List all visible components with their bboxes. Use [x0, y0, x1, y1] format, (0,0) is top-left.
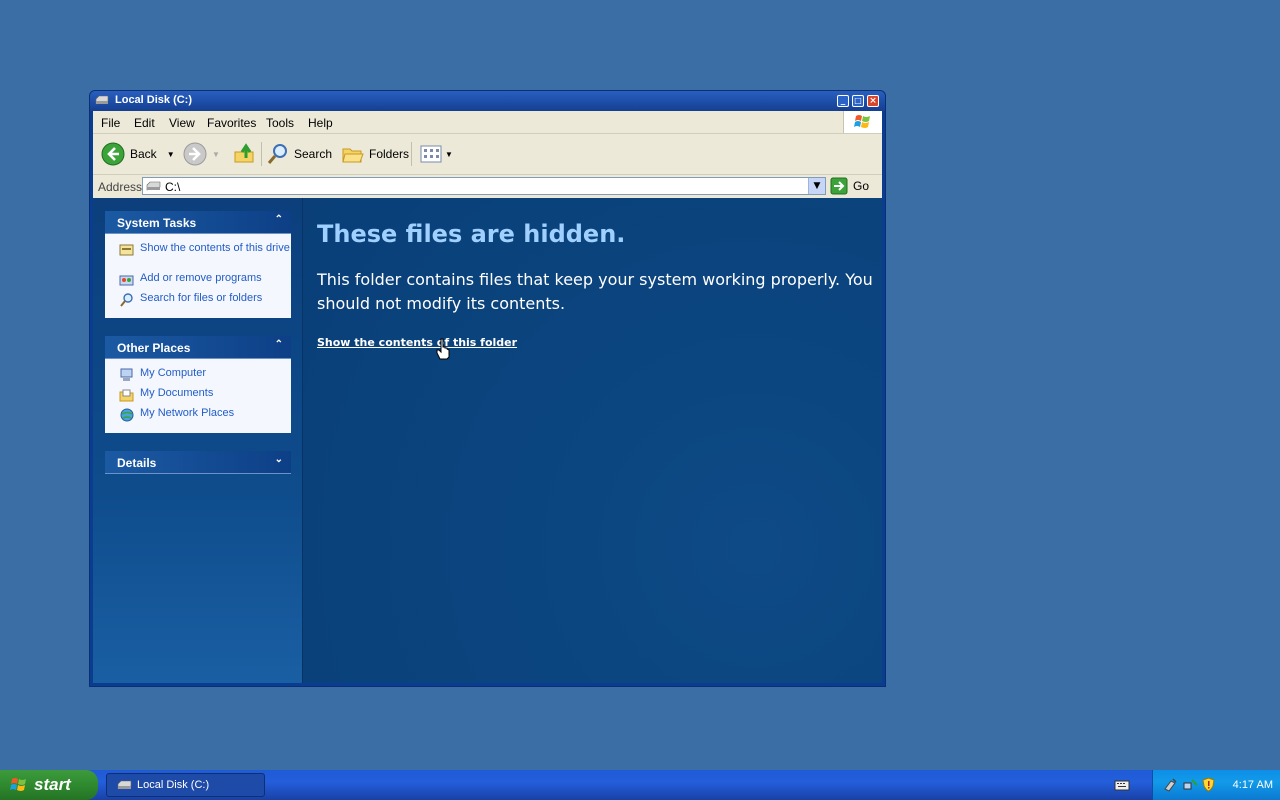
system-tasks-body: Show the contents of this drive Add or r… — [105, 234, 291, 318]
my-computer-icon — [120, 368, 133, 381]
add-remove-programs-icon — [119, 275, 134, 286]
place-my-computer[interactable]: My Computer — [105, 367, 291, 387]
drive-icon — [117, 780, 132, 790]
network-places-icon — [120, 408, 134, 422]
go-button[interactable]: Go — [830, 177, 869, 195]
back-label: Back — [130, 147, 157, 161]
go-label: Go — [853, 179, 870, 193]
forward-button[interactable]: ▼ — [183, 142, 220, 166]
task-add-remove-programs[interactable]: Add or remove programs — [105, 272, 291, 292]
place-my-documents[interactable]: My Documents — [105, 387, 291, 407]
search-icon — [267, 144, 287, 164]
toolbar-separator — [261, 142, 262, 166]
drive-icon — [95, 95, 109, 105]
place-label: My Network Places — [140, 407, 235, 419]
folders-icon — [342, 148, 364, 163]
back-button[interactable]: Back ▼ — [101, 142, 175, 166]
network-connection-icon[interactable] — [1183, 777, 1198, 792]
taskbar: start Local Disk (C:) 4:17 AM — [0, 770, 1280, 800]
my-documents-icon — [119, 389, 134, 402]
views-icon — [420, 145, 442, 163]
views-button[interactable]: ▼ — [419, 142, 453, 166]
minimize-button[interactable]: _ — [837, 95, 849, 107]
hidden-files-heading: These files are hidden. — [317, 220, 626, 248]
forward-arrow-icon — [183, 142, 207, 166]
windows-logo-icon — [10, 778, 26, 791]
system-tasks-panel: System Tasks ⌃ Show the contents of this… — [105, 211, 291, 318]
search-button[interactable]: Search — [266, 142, 332, 166]
title-bar[interactable]: Local Disk (C:) _ □ × — [90, 91, 885, 111]
details-header[interactable]: Details ⌄ — [105, 451, 291, 474]
search-label: Search — [294, 147, 333, 161]
other-places-body: My Computer My Documents My Network Plac… — [105, 359, 291, 433]
task-show-drive-contents[interactable]: Show the contents of this drive — [105, 242, 291, 272]
system-tray: 4:17 AM — [1152, 770, 1280, 800]
search-icon — [120, 293, 133, 307]
task-label: Add or remove programs — [140, 272, 262, 284]
show-folder-contents-link[interactable]: Show the contents of this folder — [317, 336, 517, 349]
drive-icon — [146, 181, 161, 191]
maximize-button[interactable]: □ — [852, 95, 864, 107]
address-bar: Address C:\ ▼ Go — [93, 175, 882, 197]
other-places-header[interactable]: Other Places ⌃ — [105, 336, 291, 359]
task-search-files[interactable]: Search for files or folders — [105, 292, 291, 312]
content-area: System Tasks ⌃ Show the contents of this… — [93, 198, 882, 683]
menu-edit[interactable]: Edit — [134, 116, 155, 130]
hidden-files-message: This folder contains files that keep you… — [317, 270, 873, 313]
task-label: Show the contents of this drive — [140, 242, 290, 254]
place-label: My Documents — [140, 387, 214, 399]
task-label: Search for files or folders — [140, 292, 263, 304]
place-label: My Computer — [140, 367, 207, 379]
forward-dropdown-icon: ▼ — [212, 149, 220, 159]
collapse-icon[interactable]: ⌃ — [275, 214, 283, 225]
up-folder-icon — [234, 143, 254, 163]
other-places-panel: Other Places ⌃ My Computer My Documents — [105, 336, 291, 433]
collapse-icon[interactable]: ⌃ — [275, 339, 283, 350]
details-panel: Details ⌄ — [105, 451, 291, 474]
system-tasks-title: System Tasks — [117, 216, 197, 230]
address-input[interactable]: C:\ ▼ — [142, 177, 826, 195]
expand-icon[interactable]: ⌄ — [275, 454, 283, 465]
window-title: Local Disk (C:) — [115, 94, 193, 106]
address-label: Address — [98, 180, 143, 194]
menu-favorites[interactable]: Favorites — [207, 116, 256, 130]
explorer-window: Local Disk (C:) _ □ × File Edit View Fav… — [89, 90, 886, 687]
task-pane: System Tasks ⌃ Show the contents of this… — [93, 198, 303, 683]
back-arrow-icon — [101, 142, 125, 166]
clock[interactable]: 4:17 AM — [1233, 779, 1273, 791]
main-pane: These files are hidden. This folder cont… — [303, 198, 882, 683]
hand-cursor-icon — [436, 338, 450, 360]
keyboard-icon[interactable] — [1114, 778, 1130, 792]
go-arrow-icon — [830, 177, 848, 195]
back-dropdown-icon[interactable]: ▼ — [167, 150, 175, 159]
other-places-title: Other Places — [117, 341, 191, 355]
window-body: File Edit View Favorites Tools Help Back… — [93, 111, 882, 683]
up-folder-button[interactable] — [233, 142, 257, 166]
place-my-network-places[interactable]: My Network Places — [105, 407, 291, 427]
toolbar: Back ▼ ▼ Search Folders ▼ — [93, 134, 882, 175]
safely-remove-hardware-icon[interactable] — [1163, 777, 1178, 792]
security-shield-icon[interactable] — [1201, 777, 1216, 792]
details-title: Details — [117, 456, 157, 470]
start-label: start — [34, 775, 71, 794]
start-button[interactable]: start — [0, 770, 98, 800]
menu-tools[interactable]: Tools — [266, 116, 294, 130]
toolbar-separator — [411, 142, 412, 166]
taskbar-item-local-disk[interactable]: Local Disk (C:) — [106, 773, 265, 797]
system-tasks-header[interactable]: System Tasks ⌃ — [105, 211, 291, 234]
address-value: C:\ — [165, 180, 181, 194]
drive-contents-icon — [119, 244, 134, 256]
menu-bar: File Edit View Favorites Tools Help — [93, 111, 882, 134]
taskbar-item-label: Local Disk (C:) — [137, 779, 210, 791]
windows-logo-icon — [843, 111, 882, 133]
folders-label: Folders — [369, 147, 410, 161]
views-dropdown-icon: ▼ — [445, 149, 453, 159]
close-button[interactable]: × — [867, 95, 879, 107]
address-dropdown-icon[interactable]: ▼ — [808, 178, 825, 194]
menu-view[interactable]: View — [169, 116, 195, 130]
menu-file[interactable]: File — [101, 116, 120, 130]
folders-button[interactable]: Folders — [341, 142, 409, 166]
menu-help[interactable]: Help — [308, 116, 333, 130]
